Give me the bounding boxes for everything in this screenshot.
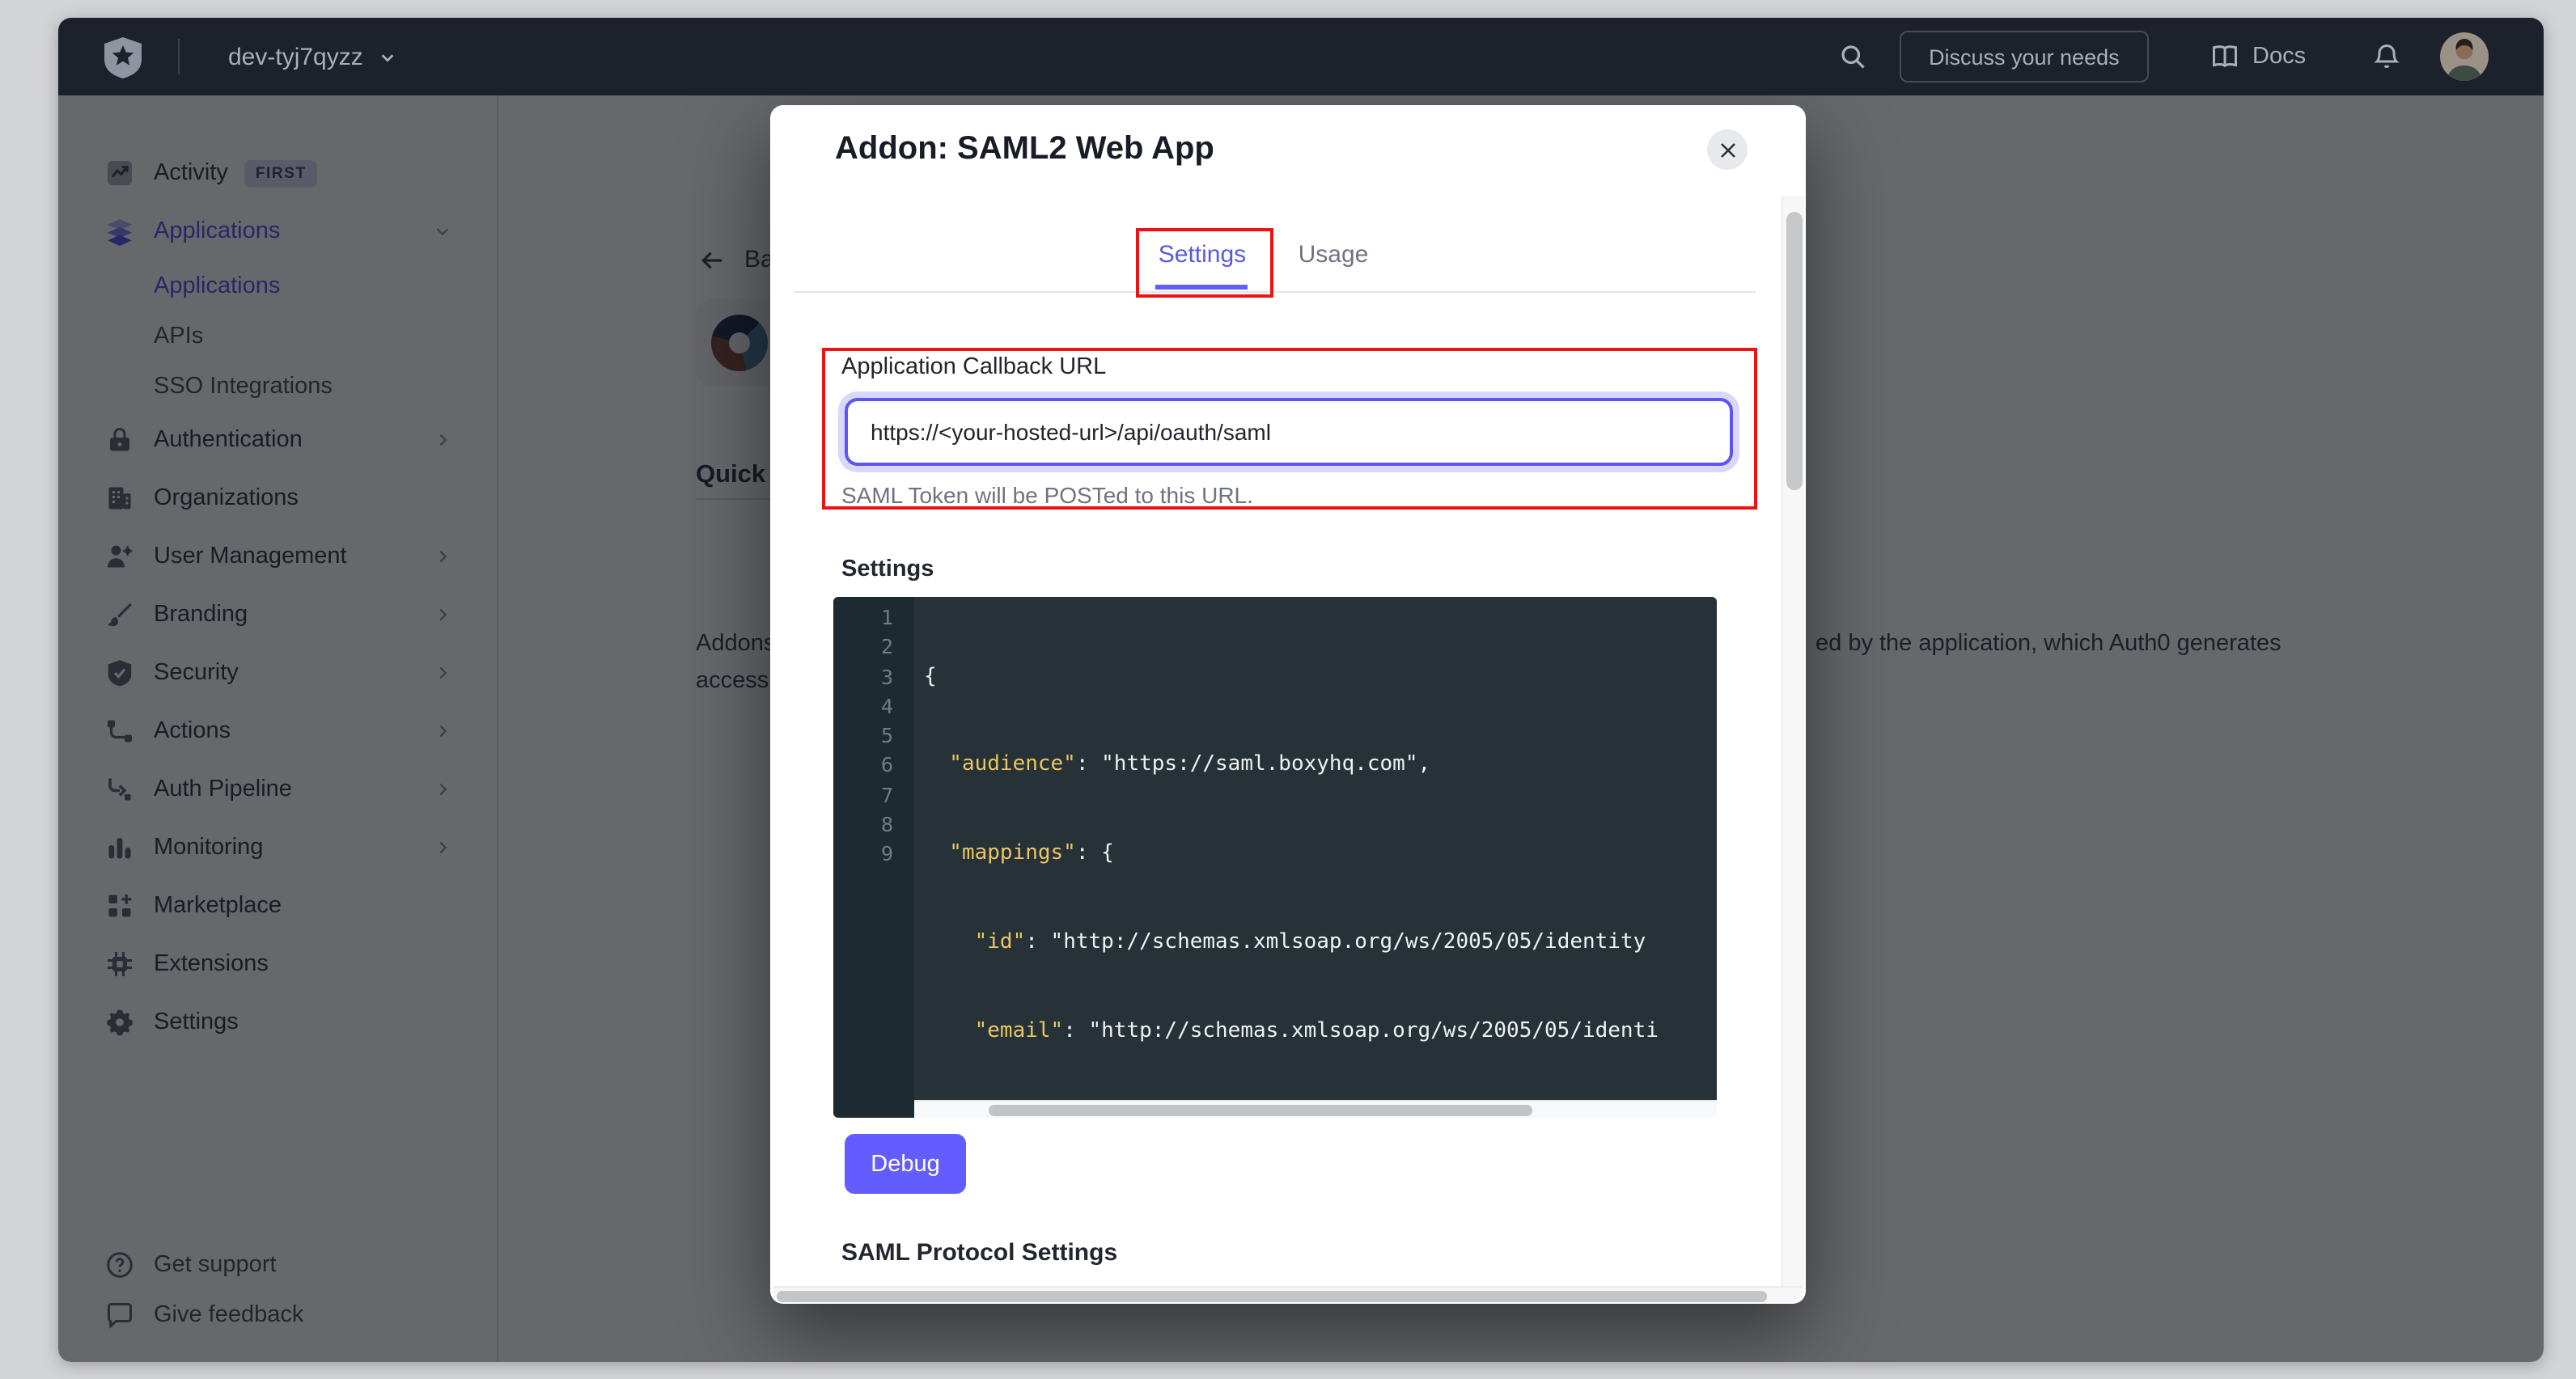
callback-url-label: Application Callback URL bbox=[841, 354, 1106, 380]
modal-title: Addon: SAML2 Web App bbox=[835, 131, 1214, 168]
book-icon bbox=[2210, 42, 2239, 71]
debug-button[interactable]: Debug bbox=[845, 1134, 966, 1194]
auth0-logo-icon bbox=[102, 36, 144, 79]
editor-horizontal-scrollbar[interactable] bbox=[914, 1100, 1717, 1118]
tenant-switcher[interactable]: dev-tyj7qyzz bbox=[228, 18, 397, 95]
editor-line-numbers: 12 34 56 78 9 bbox=[833, 603, 914, 869]
editor-code: { "audience": "https://saml.boxyhq.com",… bbox=[914, 603, 1659, 1118]
discuss-needs-button[interactable]: Discuss your needs bbox=[1900, 31, 2149, 82]
code-line: "id": "http://schemas.xmlsoap.org/ws/200… bbox=[924, 929, 1659, 959]
topbar: dev-tyj7qyzz Discuss your needs Docs bbox=[58, 18, 2544, 95]
callback-url-input[interactable] bbox=[845, 398, 1733, 466]
code-line: { bbox=[924, 662, 1659, 692]
browser-page: dev-tyj7qyzz Discuss your needs Docs bbox=[58, 18, 2544, 1362]
annotation-box-settings-tab bbox=[1136, 228, 1273, 298]
topbar-divider bbox=[178, 39, 180, 74]
tabs-divider bbox=[794, 291, 1756, 293]
callback-url-helper: SAML Token will be POSTed to this URL. bbox=[841, 482, 1253, 508]
modal-horizontal-scrollbar[interactable] bbox=[773, 1286, 1803, 1302]
json-code-editor[interactable]: 12 34 56 78 9 { "audience": "https://sam… bbox=[833, 597, 1717, 1118]
avatar[interactable] bbox=[2440, 32, 2489, 81]
code-line: "mappings": { bbox=[924, 840, 1659, 870]
code-line: "audience": "https://saml.boxyhq.com", bbox=[924, 751, 1659, 781]
modal-vscroll-thumb[interactable] bbox=[1786, 212, 1803, 490]
code-line: "email": "http://schemas.xmlsoap.org/ws/… bbox=[924, 1017, 1659, 1047]
tab-usage[interactable]: Usage bbox=[1296, 241, 1371, 269]
close-icon bbox=[1718, 140, 1737, 159]
settings-section-label: Settings bbox=[841, 556, 934, 582]
modal-vertical-scrollbar[interactable] bbox=[1782, 196, 1804, 1286]
screen: dev-tyj7qyzz Discuss your needs Docs bbox=[0, 0, 2576, 1379]
tenant-name: dev-tyj7qyzz bbox=[228, 43, 363, 70]
docs-link[interactable]: Docs bbox=[2210, 18, 2306, 95]
saml-protocol-settings-heading: SAML Protocol Settings bbox=[841, 1239, 1117, 1267]
addon-saml2-modal: Addon: SAML2 Web App Settings Usage Appl… bbox=[770, 105, 1806, 1304]
editor-hscroll-thumb[interactable] bbox=[989, 1105, 1532, 1116]
notifications-bell-icon[interactable] bbox=[2372, 42, 2401, 71]
search-icon[interactable] bbox=[1838, 42, 1867, 71]
docs-label: Docs bbox=[2252, 44, 2306, 70]
modal-hscroll-thumb[interactable] bbox=[777, 1290, 1767, 1301]
chevron-down-icon bbox=[379, 48, 397, 66]
close-button[interactable] bbox=[1707, 129, 1748, 170]
